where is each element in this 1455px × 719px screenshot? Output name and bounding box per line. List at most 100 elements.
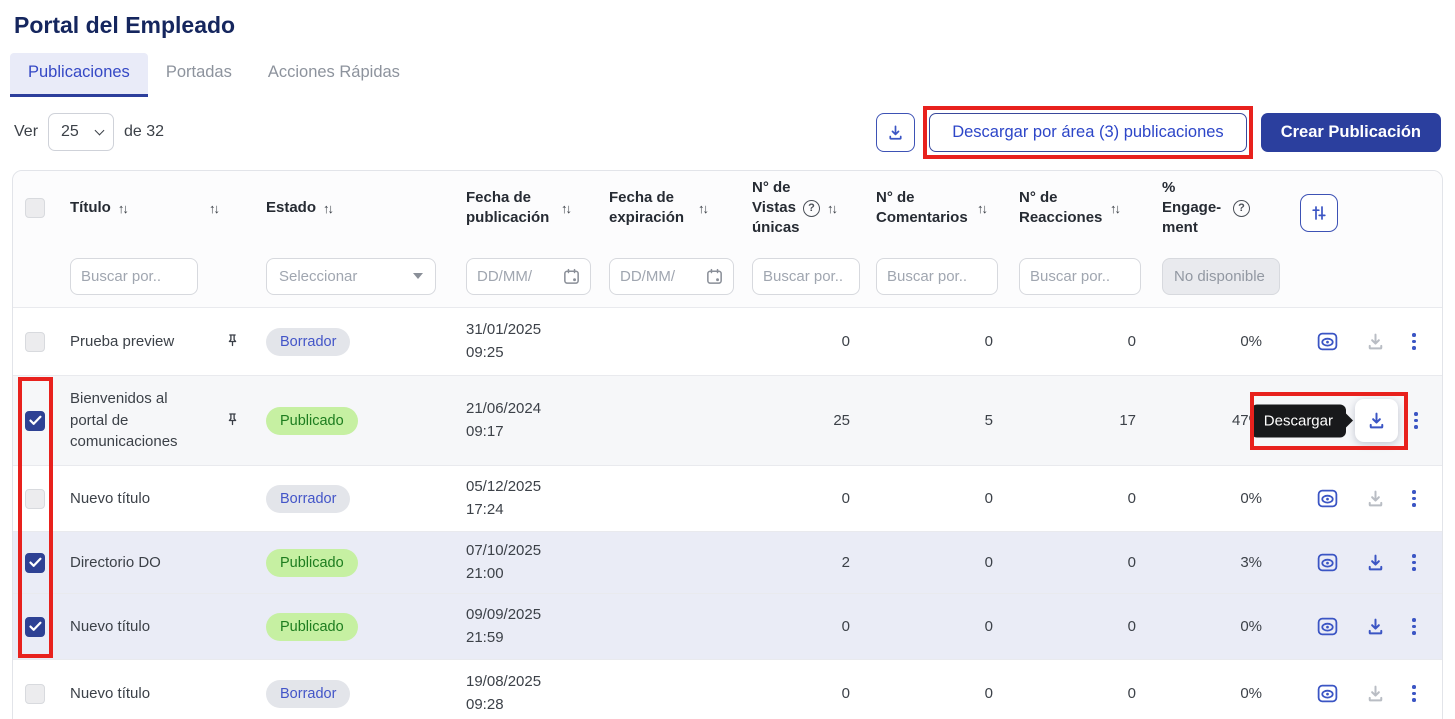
row-checkbox[interactable] [25, 489, 45, 509]
row-download-button[interactable] [1365, 552, 1386, 573]
engagement-value: 0% [1150, 685, 1272, 702]
calendar-icon [562, 267, 581, 286]
status-badge: Publicado [266, 407, 358, 435]
help-icon-engagement[interactable]: ? [1233, 200, 1250, 217]
row-checkbox[interactable] [25, 332, 45, 352]
row-menu-button[interactable] [1412, 618, 1416, 635]
row-download-button[interactable] [1365, 683, 1386, 704]
download-all-button[interactable] [876, 113, 915, 152]
row-menu-button[interactable] [1414, 412, 1418, 429]
row-menu-button[interactable] [1412, 333, 1416, 350]
reactions-count: 0 [1007, 618, 1150, 635]
row-download-button[interactable] [1365, 488, 1386, 509]
preview-icon [1316, 487, 1339, 510]
kebab-menu-icon [1412, 685, 1416, 702]
download-icon [1366, 410, 1387, 431]
tab-portadas[interactable]: Portadas [148, 53, 250, 97]
engagement-value: 0% [1150, 490, 1272, 507]
views-count: 0 [737, 618, 864, 635]
row-checkbox[interactable] [25, 684, 45, 704]
chevron-down-icon [95, 125, 105, 135]
help-icon-vistas[interactable]: ? [803, 200, 820, 217]
filter-vistas-input[interactable] [752, 258, 860, 295]
row-menu-button[interactable] [1412, 554, 1416, 571]
row-download-button[interactable] [1365, 331, 1386, 352]
filter-estado-select[interactable]: Seleccionar [266, 258, 436, 295]
preview-button[interactable] [1316, 615, 1339, 638]
publications-table: Título ↑↓ ↑↓ Estado ↑↓ Fecha de publicac… [12, 170, 1443, 719]
preview-button[interactable] [1316, 487, 1339, 510]
sort-icon-fecha-expiracion[interactable]: ↑↓ [698, 201, 709, 216]
download-by-area-button[interactable]: Descargar por área (3) publicaciones [929, 113, 1246, 152]
filter-fecha-expiracion-date[interactable]: DD/MM/ [609, 258, 734, 295]
row-menu-button[interactable] [1412, 685, 1416, 702]
status-badge: Borrador [266, 328, 350, 356]
sort-icon-comentarios[interactable]: ↑↓ [977, 201, 988, 216]
caret-down-icon [413, 273, 423, 279]
download-icon [1365, 331, 1386, 352]
preview-button[interactable] [1316, 330, 1339, 353]
sort-icon-reacciones[interactable]: ↑↓ [1110, 201, 1121, 216]
comments-count: 5 [864, 412, 1007, 429]
kebab-menu-icon [1412, 490, 1416, 507]
column-settings-button[interactable] [1300, 194, 1338, 232]
preview-button[interactable] [1316, 682, 1339, 705]
filter-comentarios-input[interactable] [876, 258, 998, 295]
row-checkbox[interactable] [25, 411, 45, 431]
views-count: 25 [737, 412, 864, 429]
table-body: Prueba previewBorrador31/01/202509:25000… [13, 307, 1442, 719]
preview-icon [1316, 330, 1339, 353]
sort-icon-vistas[interactable]: ↑↓ [827, 201, 838, 216]
sort-icon-titulo[interactable]: ↑↓ [118, 201, 129, 216]
download-icon [1365, 552, 1386, 573]
sort-icon-estado[interactable]: ↑↓ [323, 201, 334, 216]
publish-date: 21/06/202409:17 [451, 398, 594, 443]
calendar-icon [705, 267, 724, 286]
column-comentarios: N° de Comentarios [876, 188, 970, 229]
reactions-count: 0 [1007, 685, 1150, 702]
download-icon [1365, 488, 1386, 509]
column-vistas-unicas: N° de Vistas únicas [752, 178, 796, 239]
preview-button[interactable] [1316, 551, 1339, 574]
pin-cell [209, 411, 255, 430]
tab-publicaciones[interactable]: Publicaciones [10, 53, 148, 97]
row-actions [1272, 466, 1442, 531]
status-badge: Borrador [266, 485, 350, 513]
row-checkbox[interactable] [25, 553, 45, 573]
page-size-label: Ver [14, 123, 38, 141]
sort-icon-fecha-publicacion[interactable]: ↑↓ [561, 201, 572, 216]
select-all-checkbox[interactable] [25, 198, 45, 218]
column-titulo: Título [70, 198, 111, 218]
status-badge: Publicado [266, 549, 358, 577]
comments-count: 0 [864, 685, 1007, 702]
views-count: 0 [737, 490, 864, 507]
views-count: 2 [737, 554, 864, 571]
sort-icon-pin[interactable]: ↑↓ [209, 201, 220, 216]
row-menu-button[interactable] [1412, 490, 1416, 507]
page-size-select[interactable]: 25 [48, 113, 114, 151]
create-publication-button[interactable]: Crear Publicación [1261, 113, 1441, 152]
row-title: Nuevo título [57, 616, 209, 638]
column-estado: Estado [266, 198, 316, 218]
kebab-menu-icon [1414, 412, 1418, 429]
tab-acciones-rapidas[interactable]: Acciones Rápidas [250, 53, 418, 97]
row-checkbox[interactable] [25, 617, 45, 637]
reactions-count: 0 [1007, 490, 1150, 507]
row-download-button[interactable] [1355, 399, 1398, 442]
filter-titulo-input[interactable] [70, 258, 198, 295]
row-download-button[interactable] [1365, 616, 1386, 637]
checkmark-icon [29, 557, 42, 568]
filter-reacciones-input[interactable] [1019, 258, 1141, 295]
download-icon [1365, 616, 1386, 637]
row-actions [1272, 308, 1442, 375]
comments-count: 0 [864, 490, 1007, 507]
row-title: Bienvenidos al portal de comunicaciones [57, 388, 209, 453]
column-reacciones: N° de Reacciones [1019, 188, 1103, 229]
comments-count: 0 [864, 618, 1007, 635]
row-title: Prueba preview [57, 331, 209, 353]
page-title: Portal del Empleado [0, 0, 1455, 39]
row-actions [1272, 594, 1442, 659]
publish-date: 31/01/202509:25 [451, 319, 594, 364]
row-title: Nuevo título [57, 683, 209, 705]
filter-fecha-publicacion-date[interactable]: DD/MM/ [466, 258, 591, 295]
